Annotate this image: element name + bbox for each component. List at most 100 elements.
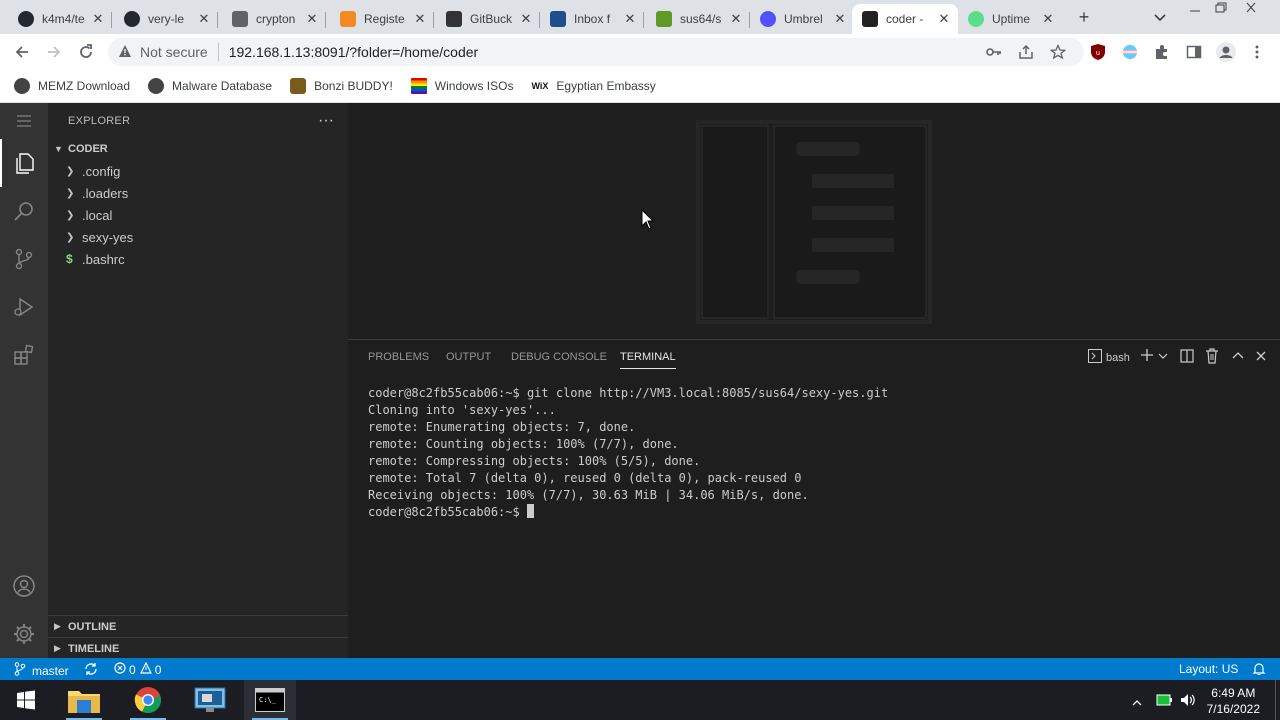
close-tab-icon[interactable]: ✕ bbox=[622, 11, 638, 27]
browser-tab[interactable]: Uptime ✕ bbox=[958, 4, 1062, 34]
browser-tab[interactable]: coder - ✕ bbox=[852, 4, 958, 34]
outline-section[interactable]: ▶ OUTLINE bbox=[48, 615, 348, 637]
close-tab-icon[interactable]: ✕ bbox=[412, 11, 428, 27]
source-control-icon[interactable] bbox=[0, 235, 48, 283]
tab-title: crypton bbox=[256, 12, 296, 26]
git-branch-icon bbox=[14, 662, 26, 679]
new-tab-button[interactable]: + bbox=[1074, 7, 1094, 27]
extension-icon[interactable] bbox=[1122, 44, 1138, 63]
folder-item[interactable]: ❯ sexy-yes bbox=[48, 226, 348, 248]
key-icon[interactable] bbox=[986, 45, 1002, 62]
browser-menu-icon[interactable] bbox=[1254, 44, 1260, 63]
close-tab-icon[interactable]: ✕ bbox=[304, 11, 320, 27]
close-tab-icon[interactable]: ✕ bbox=[936, 11, 952, 27]
profile-avatar-icon[interactable] bbox=[1216, 42, 1236, 65]
globe-icon bbox=[232, 11, 248, 27]
vscode-watermark-icon bbox=[696, 120, 932, 324]
trash-icon[interactable] bbox=[1205, 348, 1219, 367]
close-window-button[interactable] bbox=[1242, 2, 1260, 14]
close-tab-icon[interactable]: ✕ bbox=[728, 11, 744, 27]
settings-gear-icon[interactable] bbox=[0, 610, 48, 658]
sync-icon[interactable] bbox=[84, 662, 98, 679]
folder-item[interactable]: ❯ .loaders bbox=[48, 182, 348, 204]
bookmark-memz[interactable]: MEMZ Download bbox=[14, 78, 130, 94]
restore-button[interactable] bbox=[1212, 2, 1230, 14]
tab-title: Uptime bbox=[992, 12, 1031, 26]
new-terminal-plus-icon[interactable] bbox=[1140, 348, 1154, 365]
browser-tab[interactable]: crypton ✕ bbox=[222, 4, 326, 34]
address-bar[interactable]: Not secure 192.168.1.13:8091/?folder=/ho… bbox=[108, 38, 1084, 66]
terminal-shell-selector[interactable]: bash bbox=[1088, 349, 1130, 366]
explorer-root-folder[interactable]: ▼ CODER bbox=[48, 138, 348, 160]
reload-button[interactable] bbox=[76, 42, 96, 62]
close-tab-icon[interactable]: ✕ bbox=[196, 11, 212, 27]
tab-search-icon[interactable] bbox=[1152, 9, 1168, 25]
system-clock[interactable]: 6:49 AM 7/16/2022 bbox=[1207, 685, 1260, 717]
close-tab-icon[interactable]: ✕ bbox=[832, 11, 848, 27]
chevron-right-icon: ▶ bbox=[54, 621, 61, 631]
ublock-icon[interactable]: u bbox=[1090, 43, 1106, 64]
minimize-button[interactable] bbox=[1186, 3, 1204, 15]
side-panel-icon[interactable] bbox=[1186, 44, 1202, 63]
branch-indicator[interactable]: master bbox=[14, 662, 69, 679]
bookmark-egyptian-embassy[interactable]: WiX Egyptian Embassy bbox=[531, 79, 655, 93]
show-hidden-icons[interactable] bbox=[1132, 696, 1142, 710]
browser-tab[interactable]: k4m4/te ✕ bbox=[8, 4, 112, 34]
bookmark-bonzi-buddy[interactable]: Bonzi BUDDY! bbox=[290, 78, 393, 94]
split-terminal-icon[interactable] bbox=[1180, 349, 1194, 366]
search-icon[interactable] bbox=[0, 187, 48, 235]
bookmark-star-icon[interactable] bbox=[1049, 43, 1067, 63]
notifications-bell-icon[interactable] bbox=[1252, 662, 1266, 679]
timeline-section[interactable]: ▶ TIMELINE bbox=[48, 637, 348, 659]
maximize-panel-icon[interactable] bbox=[1232, 350, 1244, 364]
terminal-icon bbox=[1088, 349, 1102, 366]
tab-problems[interactable]: PROBLEMS bbox=[368, 351, 429, 363]
editor-area[interactable] bbox=[348, 103, 1280, 339]
keyboard-layout[interactable]: Layout: US bbox=[1179, 662, 1238, 676]
clock-date: 7/16/2022 bbox=[1206, 702, 1260, 716]
chevron-right-icon: ❯ bbox=[66, 209, 75, 221]
bookmark-malware-database[interactable]: Malware Database bbox=[148, 78, 272, 94]
run-debug-icon[interactable] bbox=[0, 283, 48, 331]
extensions-icon[interactable] bbox=[0, 331, 48, 379]
explorer-icon[interactable] bbox=[0, 139, 48, 187]
taskbar-file-explorer[interactable] bbox=[58, 680, 110, 720]
tab-debug-console[interactable]: DEBUG CONSOLE bbox=[511, 351, 607, 363]
more-actions-icon[interactable]: ··· bbox=[318, 112, 334, 130]
warning-icon[interactable] bbox=[118, 44, 132, 61]
share-icon[interactable] bbox=[1018, 44, 1034, 63]
close-tab-icon[interactable]: ✕ bbox=[518, 11, 534, 27]
tab-terminal[interactable]: TERMINAL bbox=[620, 351, 676, 369]
close-tab-icon[interactable]: ✕ bbox=[90, 11, 106, 27]
extensions-puzzle-icon[interactable] bbox=[1154, 44, 1170, 63]
browser-tab[interactable]: Inbox f ✕ bbox=[540, 4, 644, 34]
folder-item[interactable]: ❯ .local bbox=[48, 204, 348, 226]
tree-item-label: sexy-yes bbox=[82, 229, 134, 245]
taskbar-remote-desktop[interactable] bbox=[184, 680, 236, 720]
chevron-down-icon[interactable] bbox=[1158, 350, 1168, 364]
tab-output[interactable]: OUTPUT bbox=[446, 351, 491, 363]
taskbar-chrome[interactable] bbox=[122, 680, 174, 720]
folder-item[interactable]: ❯ .config bbox=[48, 160, 348, 182]
browser-tab[interactable]: Umbrel ✕ bbox=[750, 4, 854, 34]
forward-button[interactable] bbox=[44, 42, 64, 62]
menu-icon[interactable] bbox=[0, 103, 48, 139]
taskbar-command-prompt[interactable]: C:\_ bbox=[244, 680, 296, 720]
start-button[interactable] bbox=[0, 680, 52, 720]
show-desktop-button[interactable] bbox=[1275, 680, 1280, 720]
close-tab-icon[interactable]: ✕ bbox=[1040, 11, 1056, 27]
browser-tab[interactable]: sus64/s ✕ bbox=[646, 4, 750, 34]
bookmark-windows-isos[interactable]: Windows ISOs bbox=[410, 78, 513, 94]
browser-tab[interactable]: GitBuck ✕ bbox=[436, 4, 540, 34]
file-item[interactable]: $ .bashrc bbox=[48, 248, 348, 270]
back-button[interactable] bbox=[12, 42, 32, 62]
github-icon bbox=[18, 11, 34, 27]
terminal-output[interactable]: coder@8c2fb55cab06:~$ git clone http://V… bbox=[368, 385, 888, 521]
close-panel-icon[interactable] bbox=[1256, 350, 1266, 364]
volume-icon[interactable] bbox=[1180, 693, 1196, 710]
accounts-icon[interactable] bbox=[0, 562, 48, 610]
browser-tab[interactable]: very-le ✕ bbox=[114, 4, 218, 34]
battery-icon[interactable] bbox=[1156, 694, 1172, 709]
problems-indicator[interactable]: 0 0 bbox=[114, 661, 161, 677]
browser-tab[interactable]: Registe ✕ bbox=[330, 4, 434, 34]
